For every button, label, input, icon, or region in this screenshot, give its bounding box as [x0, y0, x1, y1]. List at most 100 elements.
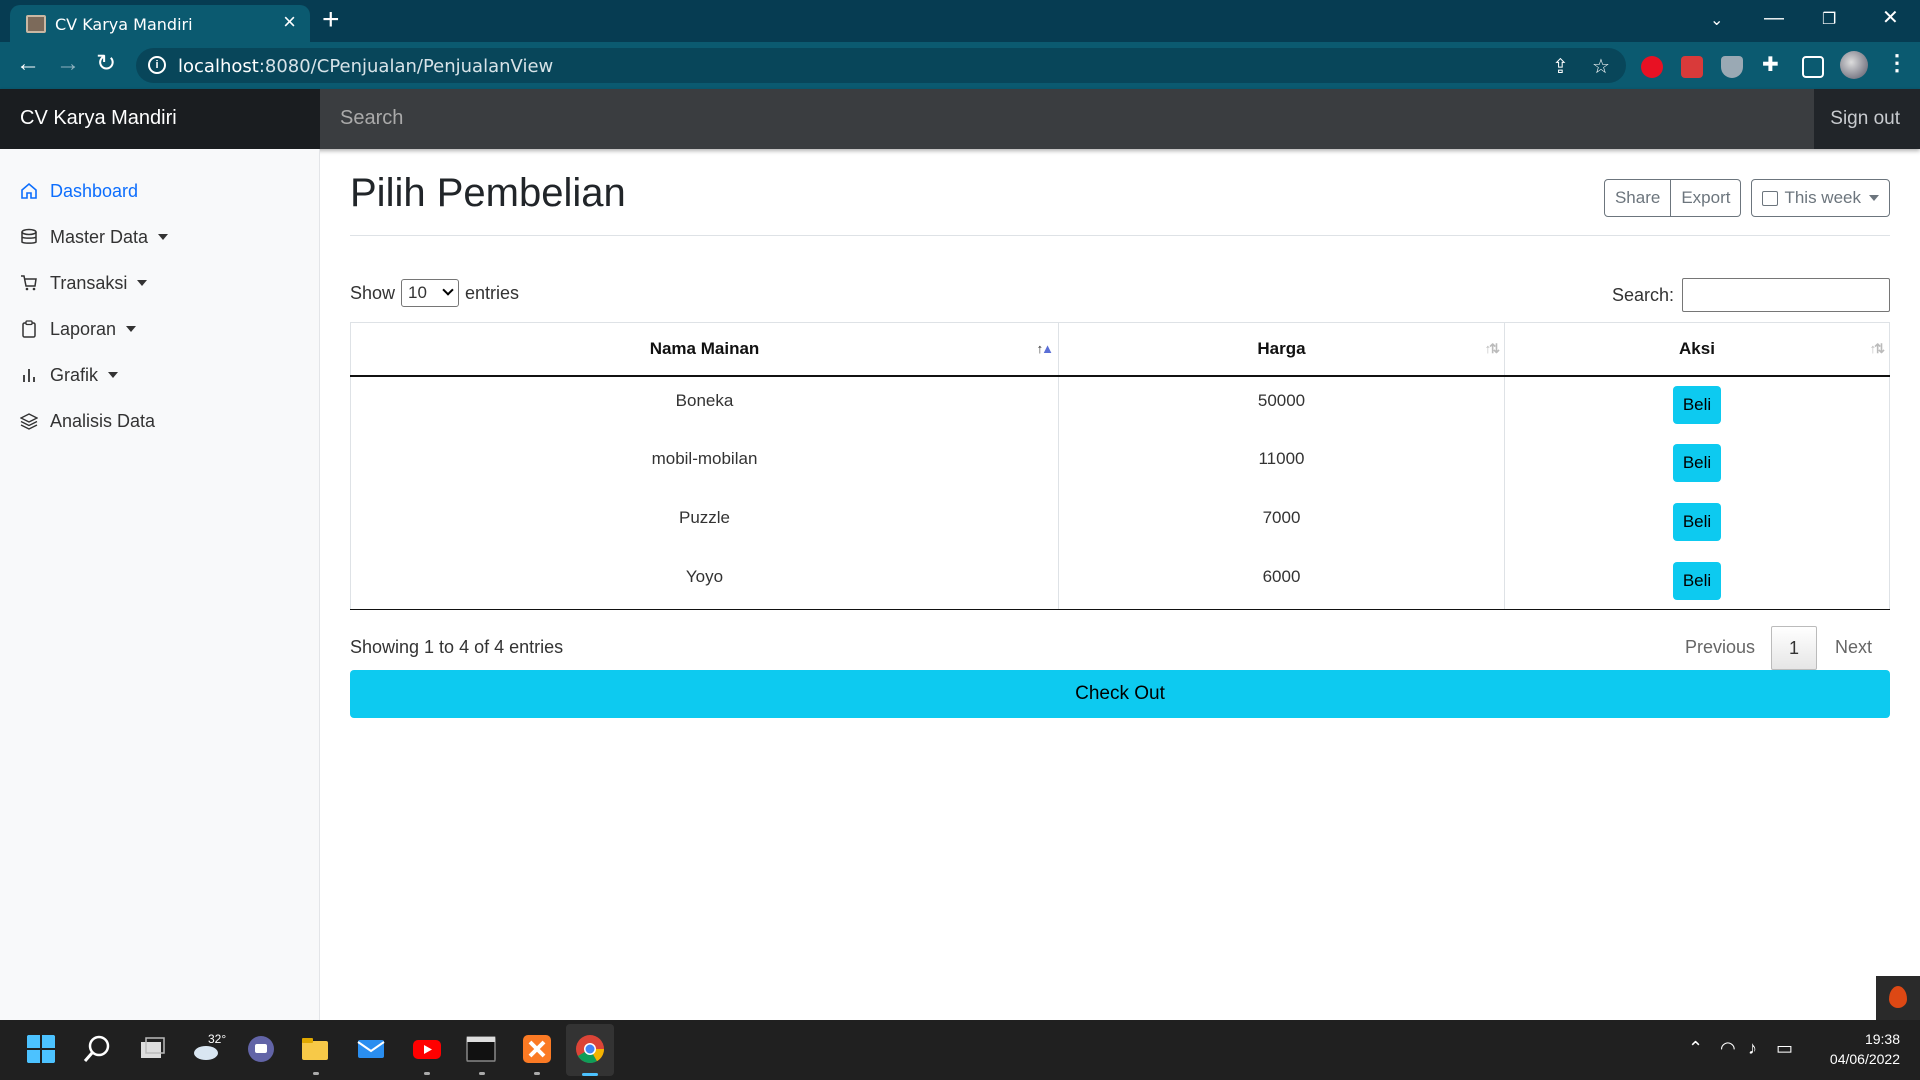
search-label: Search:: [1611, 284, 1674, 305]
cell-nama: Yoyo: [350, 552, 1059, 610]
browser-menu-icon[interactable]: ⋮: [1886, 50, 1908, 76]
previous-page-button[interactable]: Previous: [1669, 625, 1771, 670]
share-button[interactable]: Share: [1603, 179, 1672, 217]
extension-shield-icon[interactable]: [1721, 56, 1743, 78]
table-row: Puzzle 7000 Beli: [350, 493, 1890, 553]
share-page-icon[interactable]: ⇪: [1552, 54, 1569, 79]
navbar-search-input[interactable]: Search: [320, 89, 1814, 149]
reload-icon[interactable]: ↻: [96, 51, 116, 77]
back-icon[interactable]: ←: [16, 51, 40, 77]
sidebar-item-master-data[interactable]: Master Data: [20, 223, 169, 251]
sidebar-item-grafik[interactable]: Grafik: [20, 361, 119, 389]
cell-nama: Puzzle: [350, 493, 1059, 553]
beli-button[interactable]: Beli: [1672, 502, 1722, 541]
sidebar-item-label: Dashboard: [50, 180, 139, 201]
new-tab-icon[interactable]: +: [322, 4, 340, 36]
close-tab-icon[interactable]: ×: [283, 11, 296, 33]
caret-down-icon: [158, 234, 169, 240]
page-title: Pilih Pembelian: [350, 171, 626, 215]
sort-icon[interactable]: ↑⇅: [1485, 341, 1500, 357]
next-page-button[interactable]: Next: [1817, 625, 1890, 670]
period-label: This week: [1784, 188, 1861, 207]
mail-icon[interactable]: [356, 1034, 386, 1064]
url-bar[interactable]: i localhost:8080/CPenjualan/PenjualanVie…: [136, 48, 1626, 83]
clock-date: 04/06/2022: [1829, 1051, 1900, 1067]
table-search-input[interactable]: [1682, 278, 1890, 312]
sidebar-item-dashboard[interactable]: Dashboard: [20, 177, 138, 205]
beli-button[interactable]: Beli: [1672, 443, 1722, 482]
volume-icon[interactable]: ♪: [1748, 1038, 1757, 1059]
terminal-icon[interactable]: [466, 1034, 496, 1064]
search-icon[interactable]: [82, 1034, 112, 1064]
column-header-harga[interactable]: Harga ↑⇅: [1058, 322, 1505, 377]
sort-icon[interactable]: ↑⇅: [1870, 341, 1885, 357]
sidebar-item-transaksi[interactable]: Transaksi: [20, 269, 148, 297]
teams-chat-icon[interactable]: [246, 1034, 276, 1064]
favicon-icon: [26, 15, 46, 33]
pagination: Previous 1 Next: [1669, 625, 1890, 670]
column-header-nama[interactable]: Nama Mainan ↑▲: [350, 322, 1059, 377]
period-dropdown-button[interactable]: This week: [1751, 179, 1890, 217]
file-explorer-icon[interactable]: [300, 1034, 330, 1064]
entries-value: 10: [408, 283, 427, 302]
cell-harga: 50000: [1058, 375, 1505, 435]
xampp-icon[interactable]: [522, 1034, 552, 1064]
cell-harga: 7000: [1058, 493, 1505, 553]
close-window-icon[interactable]: ✕: [1882, 6, 1899, 30]
beli-button[interactable]: Beli: [1672, 385, 1722, 424]
minimize-icon[interactable]: —: [1764, 6, 1784, 30]
sort-asc-icon[interactable]: ↑▲: [1037, 341, 1054, 356]
sidebar-item-laporan[interactable]: Laporan: [20, 315, 137, 343]
chevron-down-icon: [442, 284, 454, 296]
running-indicator: [534, 1072, 540, 1075]
youtube-icon[interactable]: [412, 1034, 442, 1064]
chrome-icon[interactable]: [575, 1034, 605, 1064]
profile-avatar[interactable]: [1840, 51, 1868, 79]
table-header-row: Nama Mainan ↑▲ Harga ↑⇅ Aksi ↑⇅: [350, 322, 1890, 377]
caret-down-icon: [137, 280, 148, 286]
codeigniter-debug-toolbar-button[interactable]: [1876, 976, 1920, 1020]
page-1-button[interactable]: 1: [1770, 625, 1817, 670]
layers-icon: [20, 413, 38, 430]
system-clock[interactable]: 19:38 04/06/2022: [1830, 1029, 1900, 1069]
tab-search-icon[interactable]: ⌄: [1710, 9, 1723, 33]
database-icon: [21, 228, 37, 244]
wifi-icon[interactable]: ◠: [1720, 1038, 1736, 1059]
extensions-puzzle-icon[interactable]: ✚: [1762, 52, 1779, 77]
running-indicator: [313, 1072, 319, 1075]
side-panel-icon[interactable]: [1802, 56, 1824, 78]
calendar-icon: [1762, 190, 1779, 206]
active-indicator: [582, 1073, 598, 1076]
cell-aksi: Beli: [1504, 375, 1890, 435]
sidebar-item-label: Master Data: [50, 226, 149, 247]
browser-tab-bar: CV Karya Mandiri × + ⌄ — ❐ ✕: [0, 0, 1920, 42]
column-header-aksi[interactable]: Aksi ↑⇅: [1504, 322, 1890, 377]
windows-start-icon[interactable]: [26, 1034, 56, 1064]
brand-name[interactable]: CV Karya Mandiri: [0, 89, 320, 149]
entries-select[interactable]: 10: [401, 279, 460, 307]
show-hidden-icons-chevron[interactable]: ⌃: [1688, 1038, 1703, 1059]
home-icon: [21, 182, 37, 199]
column-label: Harga: [1257, 338, 1306, 358]
table-row: mobil-mobilan 11000 Beli: [350, 434, 1890, 494]
battery-icon[interactable]: ▭: [1776, 1038, 1793, 1059]
sidebar-item-label: Analisis Data: [50, 410, 156, 431]
browser-tab[interactable]: CV Karya Mandiri ×: [10, 5, 310, 42]
sidebar-item-analisis-data[interactable]: Analisis Data: [20, 407, 155, 435]
beli-button[interactable]: Beli: [1672, 561, 1722, 600]
sidebar-item-label: Laporan: [50, 318, 117, 339]
sign-out-link[interactable]: Sign out: [1830, 108, 1900, 130]
site-info-icon[interactable]: i: [148, 56, 166, 74]
url-text: localhost:8080/CPenjualan/PenjualanView: [178, 56, 554, 77]
export-button[interactable]: Export: [1671, 179, 1742, 217]
cell-harga: 11000: [1058, 434, 1505, 494]
forward-icon[interactable]: →: [56, 51, 80, 77]
running-indicator: [424, 1072, 430, 1075]
extension-adblock-icon[interactable]: [1641, 56, 1663, 78]
show-label: Show: [350, 282, 396, 303]
task-view-icon[interactable]: [138, 1034, 168, 1064]
bookmark-star-icon[interactable]: ☆: [1592, 54, 1610, 79]
checkout-button[interactable]: Check Out: [350, 670, 1890, 718]
restore-icon[interactable]: ❐: [1822, 8, 1836, 32]
extension-mendeley-icon[interactable]: [1681, 56, 1703, 78]
